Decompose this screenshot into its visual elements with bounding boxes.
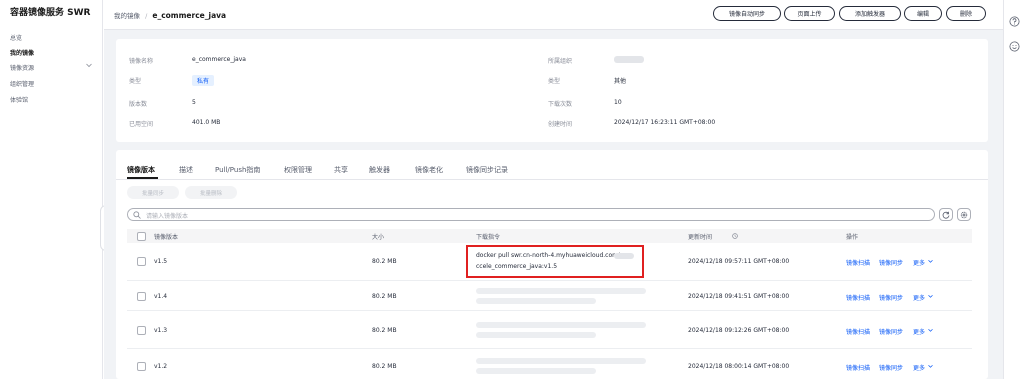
redacted-cmd [476,358,646,364]
col-version: 镜像版本 [154,234,179,241]
sync-link[interactable]: 镜像同步 [879,293,903,302]
redacted-cmd [476,288,646,294]
gear-icon [960,211,968,218]
updated-cell: 2024/12/18 09:57:11 GMT+08:00 [688,258,790,265]
search-icon [133,211,141,219]
tab-divider [116,179,988,180]
updated-cell: 2024/12/18 09:41:51 GMT+08:00 [688,293,790,300]
updated-cell: 2024/12/18 09:12:26 GMT+08:00 [688,327,790,334]
version-cell: v1.2 [154,363,168,370]
more-link[interactable]: 更多 [913,258,925,267]
redacted-cmd [476,298,596,304]
scan-link[interactable]: 镜像扫描 [846,327,870,336]
row-checkbox[interactable] [137,257,146,266]
right-rail [1003,0,1024,379]
batch-delete-button[interactable]: 批量删除 [185,186,237,199]
version-cell: v1.4 [154,293,168,300]
table-row: v1.2 80.2 MB 2024/12/18 08:00:14 GMT+08:… [127,349,972,379]
size-cell: 80.2 MB [372,363,397,370]
sidebar: 容器镜像服务 SWR 总览 我的镜像 镜像资源 组织管理 体验馆 [0,0,112,379]
search-placeholder: 请输入镜像版本 [146,213,189,220]
scan-link[interactable]: 镜像扫描 [846,363,870,372]
batch-sync-button[interactable]: 批量同步 [127,186,179,199]
highlight-box [466,245,644,278]
settings-button[interactable] [957,208,971,221]
main-content: 我的镜像 / e_commerce_java 镜像自动同步 页面上传 添加触发器… [104,0,1003,379]
redacted-cmd [476,368,596,374]
redacted-cmd [476,332,596,338]
row-checkbox[interactable] [137,362,146,371]
col-download-cmd: 下载指令 [476,234,501,241]
tab-sharing[interactable]: 共享 [334,165,348,175]
chevron-down-icon[interactable] [928,328,933,333]
row-checkbox[interactable] [137,292,146,301]
col-actions: 操作 [846,234,859,241]
sidebar-title: 容器镜像服务 SWR [10,8,91,18]
sidebar-item-overview[interactable]: 总览 [10,33,22,42]
sync-link[interactable]: 镜像同步 [879,363,903,372]
more-link[interactable]: 更多 [913,327,925,336]
select-all-checkbox[interactable] [137,232,146,241]
chevron-down-icon[interactable] [928,294,933,299]
chevron-down-icon[interactable] [928,364,933,369]
sync-link[interactable]: 镜像同步 [879,327,903,336]
sidebar-item-experience[interactable]: 体验馆 [10,95,28,104]
table-row: v1.4 80.2 MB 2024/12/18 09:41:51 GMT+08:… [127,281,972,311]
tab-versions[interactable]: 镜像版本 [127,165,155,175]
sidebar-item-my-images[interactable]: 我的镜像 [10,48,34,57]
col-updated[interactable]: 更新时间 [688,232,712,241]
size-cell: 80.2 MB [372,258,397,265]
tab-image-aging[interactable]: 镜像老化 [415,165,443,175]
tab-permissions[interactable]: 权限管理 [284,165,312,175]
chevron-down-icon[interactable] [928,259,933,264]
size-cell: 80.2 MB [372,293,397,300]
tab-description[interactable]: 描述 [179,165,193,175]
version-cell: v1.5 [154,258,168,265]
tab-triggers[interactable]: 触发器 [369,165,390,175]
help-icon[interactable] [1009,16,1020,27]
versions-panel: 镜像版本 描述 Pull/Push指南 权限管理 共享 触发器 镜像老化 镜像同… [104,0,1003,379]
table-row: v1.3 80.2 MB 2024/12/18 09:12:26 GMT+08:… [127,311,972,349]
sidebar-item-org-management[interactable]: 组织管理 [10,79,34,88]
refresh-button[interactable] [939,208,953,221]
tab-pull-push-guide[interactable]: Pull/Push指南 [215,165,260,175]
row-checkbox[interactable] [137,326,146,335]
clock-icon[interactable] [732,233,738,239]
search-input[interactable]: 请输入镜像版本 [127,208,935,221]
feedback-smile-icon[interactable] [1009,41,1020,52]
version-cell: v1.3 [154,327,168,334]
tab-sync-records[interactable]: 镜像同步记录 [466,165,508,175]
redacted-cmd [476,322,646,328]
scan-link[interactable]: 镜像扫描 [846,258,870,267]
scan-link[interactable]: 镜像扫描 [846,293,870,302]
size-cell: 80.2 MB [372,327,397,334]
updated-cell: 2024/12/18 08:00:14 GMT+08:00 [688,363,790,370]
more-link[interactable]: 更多 [913,363,925,372]
table-header: 镜像版本 大小 下载指令 更新时间 操作 [127,229,972,243]
chevron-down-icon[interactable] [86,63,92,68]
col-size: 大小 [372,234,385,241]
refresh-icon [942,211,950,219]
more-link[interactable]: 更多 [913,293,925,302]
sidebar-item-image-resources[interactable]: 镜像资源 [10,63,34,72]
sync-link[interactable]: 镜像同步 [879,258,903,267]
